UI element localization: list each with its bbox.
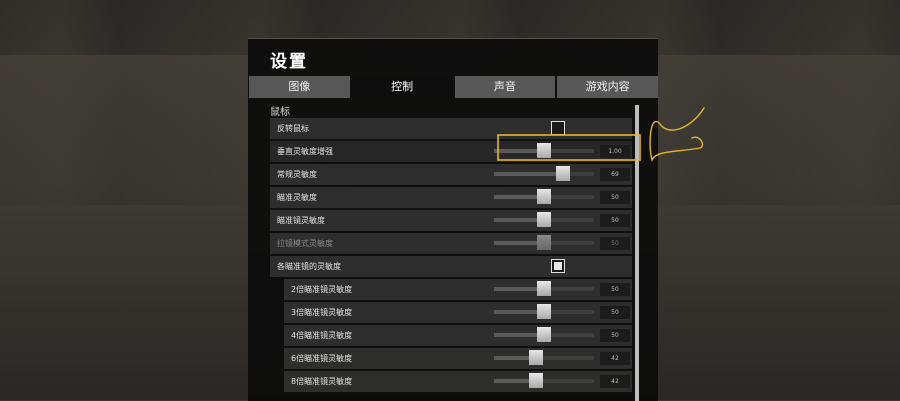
settings-tabs: 图像 控制 声音 游戏内容 (249, 76, 658, 98)
setting-label: 反转鼠标 (277, 124, 309, 133)
tab-controls[interactable]: 控制 (351, 76, 453, 98)
per-scope-sensitivity-checkbox[interactable] (551, 259, 565, 273)
scope-2x-value[interactable]: 50 (600, 283, 630, 296)
tab-sound[interactable]: 声音 (454, 76, 556, 98)
setting-label: 拉镜模式灵敏度 (277, 239, 333, 248)
slider-knob[interactable] (537, 212, 551, 227)
setting-label: 3倍瞄准镜灵敏度 (291, 308, 353, 317)
setting-row-scope-6x[interactable]: 6倍瞄准镜灵敏度 42 (284, 348, 632, 369)
invert-mouse-checkbox[interactable] (551, 121, 565, 135)
setting-row-scope-2x[interactable]: 2倍瞄准镜灵敏度 50 (284, 279, 632, 300)
slider-knob[interactable] (537, 281, 551, 296)
setting-row-scope-8x[interactable]: 8倍瞄准镜灵敏度 42 (284, 371, 632, 392)
setting-label: 常规灵敏度 (277, 170, 317, 179)
setting-row-aim-sensitivity[interactable]: 瞄准灵敏度 50 (270, 187, 632, 208)
setting-label: 8倍瞄准镜灵敏度 (291, 377, 353, 386)
vertical-sensitivity-slider[interactable] (494, 143, 594, 158)
setting-row-scope-sensitivity[interactable]: 瞄准镜灵敏度 50 (270, 210, 632, 231)
setting-row-ads-scope-sensitivity: 拉镜模式灵敏度 50 (270, 233, 632, 254)
scope-sensitivity-value[interactable]: 50 (600, 214, 630, 227)
settings-panel: 设置 图像 控制 声音 游戏内容 鼠标 反转鼠标 垂直灵敏度增强 1.00 常规… (248, 38, 658, 401)
settings-title: 设置 (270, 52, 308, 72)
section-title-mouse: 鼠标 (270, 107, 290, 118)
scope-6x-slider[interactable] (494, 350, 594, 365)
general-sensitivity-slider[interactable] (494, 166, 594, 181)
ads-scope-sensitivity-value: 50 (600, 237, 630, 250)
setting-label: 2倍瞄准镜灵敏度 (291, 285, 353, 294)
slider-knob[interactable] (529, 350, 543, 365)
setting-row-vertical-sensitivity[interactable]: 垂直灵敏度增强 1.00 (270, 141, 632, 162)
scope-8x-slider[interactable] (494, 373, 594, 388)
aim-sensitivity-value[interactable]: 50 (600, 191, 630, 204)
slider-knob[interactable] (537, 327, 551, 342)
setting-row-scope-4x[interactable]: 4倍瞄准镜灵敏度 50 (284, 325, 632, 346)
setting-row-scope-3x[interactable]: 3倍瞄准镜灵敏度 50 (284, 302, 632, 323)
aim-sensitivity-slider[interactable] (494, 189, 594, 204)
setting-row-general-sensitivity[interactable]: 常规灵敏度 69 (270, 164, 632, 185)
setting-label: 瞄准镜灵敏度 (277, 216, 325, 225)
ads-scope-sensitivity-slider (494, 235, 594, 250)
settings-scrollbar[interactable] (635, 105, 639, 401)
setting-label: 瞄准灵敏度 (277, 193, 317, 202)
tab-graphics[interactable]: 图像 (249, 76, 350, 98)
scope-3x-slider[interactable] (494, 304, 594, 319)
slider-knob[interactable] (529, 373, 543, 388)
scope-sensitivity-slider[interactable] (494, 212, 594, 227)
setting-label: 4倍瞄准镜灵敏度 (291, 331, 353, 340)
setting-label: 各瞄准镜的灵敏度 (277, 262, 341, 271)
scope-3x-value[interactable]: 50 (600, 306, 630, 319)
slider-knob[interactable] (537, 189, 551, 204)
slider-fill (494, 172, 563, 176)
scope-8x-value[interactable]: 42 (600, 375, 630, 388)
setting-row-per-scope-sensitivity[interactable]: 各瞄准镜的灵敏度 (270, 256, 632, 277)
scope-4x-slider[interactable] (494, 327, 594, 342)
scope-6x-value[interactable]: 42 (600, 352, 630, 365)
setting-row-invert-mouse[interactable]: 反转鼠标 (270, 118, 632, 139)
slider-knob[interactable] (537, 143, 551, 158)
setting-label: 垂直灵敏度增强 (277, 147, 333, 156)
slider-knob (537, 235, 551, 250)
scrollbar-thumb[interactable] (635, 105, 639, 401)
tab-gameplay[interactable]: 游戏内容 (557, 76, 658, 98)
slider-knob[interactable] (556, 166, 570, 181)
scope-4x-value[interactable]: 50 (600, 329, 630, 342)
settings-list: 反转鼠标 垂直灵敏度增强 1.00 常规灵敏度 69 瞄准灵敏度 50 瞄准镜灵… (270, 118, 632, 394)
scope-2x-slider[interactable] (494, 281, 594, 296)
setting-label: 6倍瞄准镜灵敏度 (291, 354, 353, 363)
slider-knob[interactable] (537, 304, 551, 319)
vertical-sensitivity-value[interactable]: 1.00 (600, 145, 630, 158)
general-sensitivity-value[interactable]: 69 (600, 168, 630, 181)
